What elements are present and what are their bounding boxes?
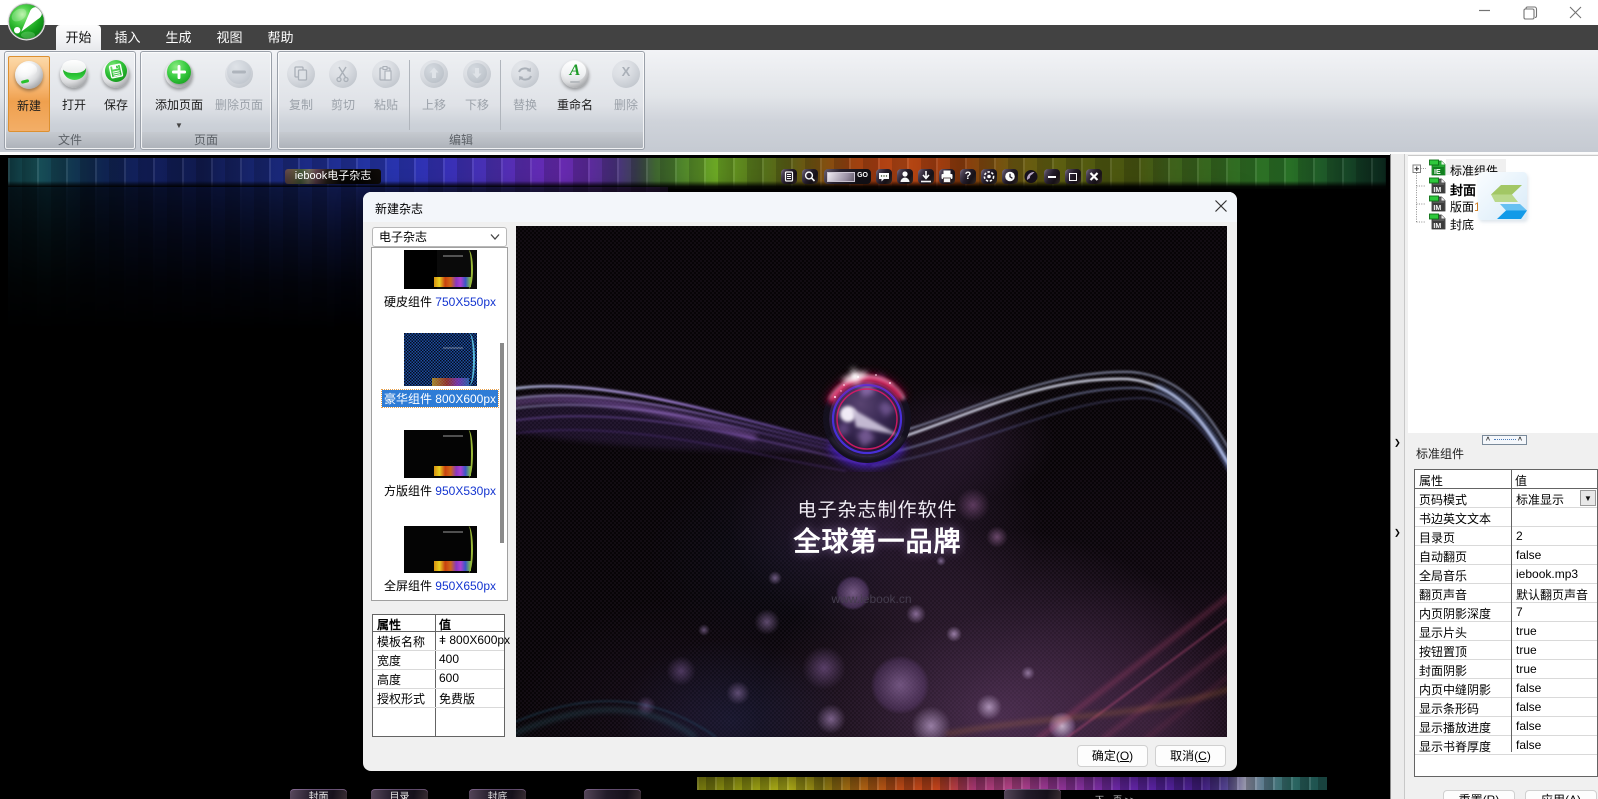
svg-text:IM: IM [1433,223,1441,230]
svg-text:IE: IE [1434,169,1441,176]
svg-text:IM: IM [1433,205,1441,212]
svg-text:IM: IM [1433,187,1441,194]
